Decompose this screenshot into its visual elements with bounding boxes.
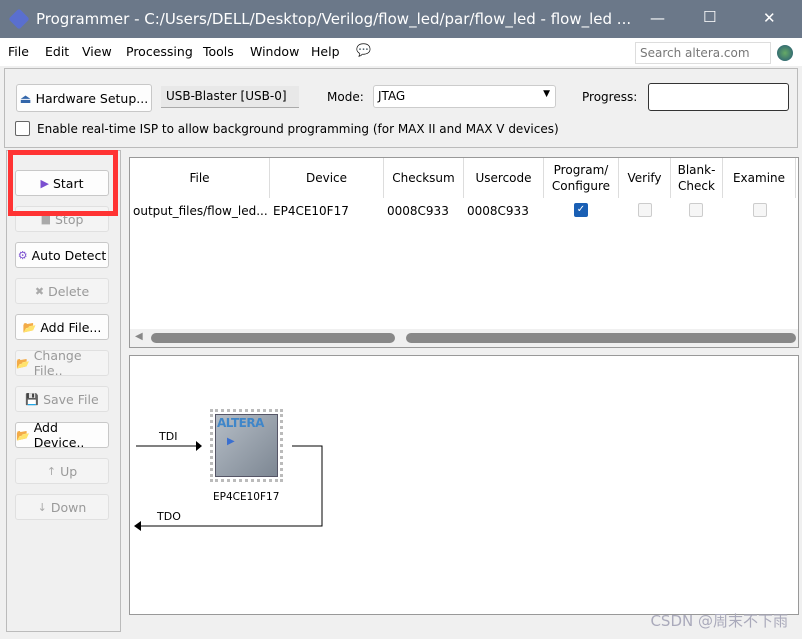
column-header[interactable]: Examine: [723, 158, 796, 198]
up-icon: ↑: [46, 464, 57, 478]
cell-file[interactable]: output_files/flow_led...: [133, 204, 268, 218]
title-bar: Programmer - C:/Users/DELL/Desktop/Veril…: [0, 0, 802, 38]
program-checkbox[interactable]: ✓: [574, 203, 588, 217]
altera-logo: ALTERA: [217, 416, 264, 430]
column-header[interactable]: Device: [270, 158, 384, 198]
chip-label: EP4CE10F17: [213, 491, 280, 503]
scrollbar-thumb[interactable]: [151, 333, 395, 343]
chain-wires: [134, 441, 323, 531]
hardware-setup-label: Hardware Setup...: [35, 90, 149, 106]
add-device-button[interactable]: 📂 Add Device..: [15, 420, 109, 450]
isp-checkbox[interactable]: [15, 121, 30, 136]
button-label: Auto Detect: [31, 247, 107, 263]
hardware-icon: ⏏: [19, 90, 32, 106]
play-icon: ▶: [227, 436, 235, 447]
tdi-label: TDI: [159, 430, 178, 443]
button-label: Delete: [48, 283, 90, 299]
watermark: CSDN @周末不下雨: [650, 612, 788, 630]
column-header[interactable]: Program/ Configure: [544, 158, 619, 198]
search-input[interactable]: Search altera.com: [635, 42, 771, 64]
device-table: File Device Checksum Usercode Program/ Confi…: [129, 157, 799, 348]
tdo-label: TDO: [157, 510, 181, 523]
button-label: Down: [50, 499, 87, 515]
scrollbar-track[interactable]: [406, 333, 796, 343]
chain-diagram: TDI TDO ALTERA ▶ EP4CE10F17: [129, 355, 799, 615]
auto-detect-icon: ⚙: [17, 248, 28, 262]
blank-check-checkbox[interactable]: [689, 203, 703, 217]
cell-checksum: 0008C933: [387, 204, 449, 218]
hardware-setup-button[interactable]: ⏏ Hardware Setup...: [16, 84, 152, 112]
horizontal-scrollbar[interactable]: ◀: [130, 329, 798, 347]
hardware-display: USB-Blaster [USB-0]: [161, 86, 299, 108]
column-header[interactable]: Verify: [619, 158, 671, 198]
delete-button[interactable]: ✖ Delete: [15, 278, 109, 304]
save-file-icon: 💾: [25, 392, 40, 406]
add-file-button[interactable]: 📂 Add File...: [15, 314, 109, 340]
cell-device: EP4CE10F17: [273, 204, 349, 218]
menu-file[interactable]: File: [8, 44, 29, 59]
app-icon: [8, 8, 30, 30]
change-file-icon: 📂: [16, 356, 30, 370]
menu-window[interactable]: Window: [250, 44, 299, 59]
examine-checkbox[interactable]: [753, 203, 767, 217]
menu-tools[interactable]: Tools: [203, 44, 234, 59]
menu-bar: File Edit View Processing Tools Window H…: [0, 38, 802, 66]
column-header[interactable]: File: [130, 158, 270, 198]
button-label: Add File...: [40, 319, 102, 335]
chevron-down-icon: ▼: [543, 89, 550, 99]
down-icon: ↓: [37, 500, 47, 514]
column-header[interactable]: Checksum: [384, 158, 464, 198]
button-label: Up: [60, 463, 78, 479]
highlight-box: [8, 150, 118, 216]
auto-detect-button[interactable]: ⚙ Auto Detect: [15, 242, 109, 268]
column-header[interactable]: Usercode: [464, 158, 544, 198]
cell-usercode: 0008C933: [467, 204, 529, 218]
scroll-left-icon[interactable]: ◀: [135, 331, 143, 342]
menu-edit[interactable]: Edit: [45, 44, 69, 59]
device-chip[interactable]: ALTERA ▶: [210, 409, 283, 482]
feedback-icon[interactable]: 💬: [356, 43, 371, 57]
delete-icon: ✖: [34, 284, 45, 298]
button-label: Add Device..: [33, 420, 85, 450]
save-file-button[interactable]: 💾 Save File: [15, 386, 109, 412]
change-file-button[interactable]: 📂 Change File..: [15, 348, 109, 378]
window-title: Programmer - C:/Users/DELL/Desktop/Veril…: [36, 10, 632, 28]
verify-checkbox[interactable]: [638, 203, 652, 217]
close-button[interactable]: ✕: [763, 9, 776, 27]
up-button[interactable]: ↑ Up: [15, 458, 109, 484]
maximize-button[interactable]: ☐: [703, 8, 716, 26]
button-label: Change File..: [33, 348, 82, 378]
button-label: Save File: [43, 391, 99, 407]
menu-processing[interactable]: Processing: [126, 44, 193, 59]
isp-label: Enable real-time ISP to allow background…: [37, 122, 559, 136]
toolbar-area: ⏏ Hardware Setup... USB-Blaster [USB-0] …: [4, 68, 798, 148]
down-button[interactable]: ↓ Down: [15, 494, 109, 520]
add-file-icon: 📂: [22, 320, 37, 334]
column-header[interactable]: Blank- Check: [671, 158, 723, 198]
add-device-icon: 📂: [16, 428, 30, 442]
progress-bar: [648, 83, 789, 111]
mode-label: Mode:: [327, 90, 364, 104]
mode-select[interactable]: JTAG ▼: [373, 85, 556, 108]
globe-icon[interactable]: [777, 45, 793, 61]
minimize-button[interactable]: —: [650, 9, 665, 27]
menu-help[interactable]: Help: [311, 44, 340, 59]
menu-view[interactable]: View: [82, 44, 112, 59]
progress-label: Progress:: [582, 90, 638, 104]
mode-value: JTAG: [378, 89, 406, 103]
